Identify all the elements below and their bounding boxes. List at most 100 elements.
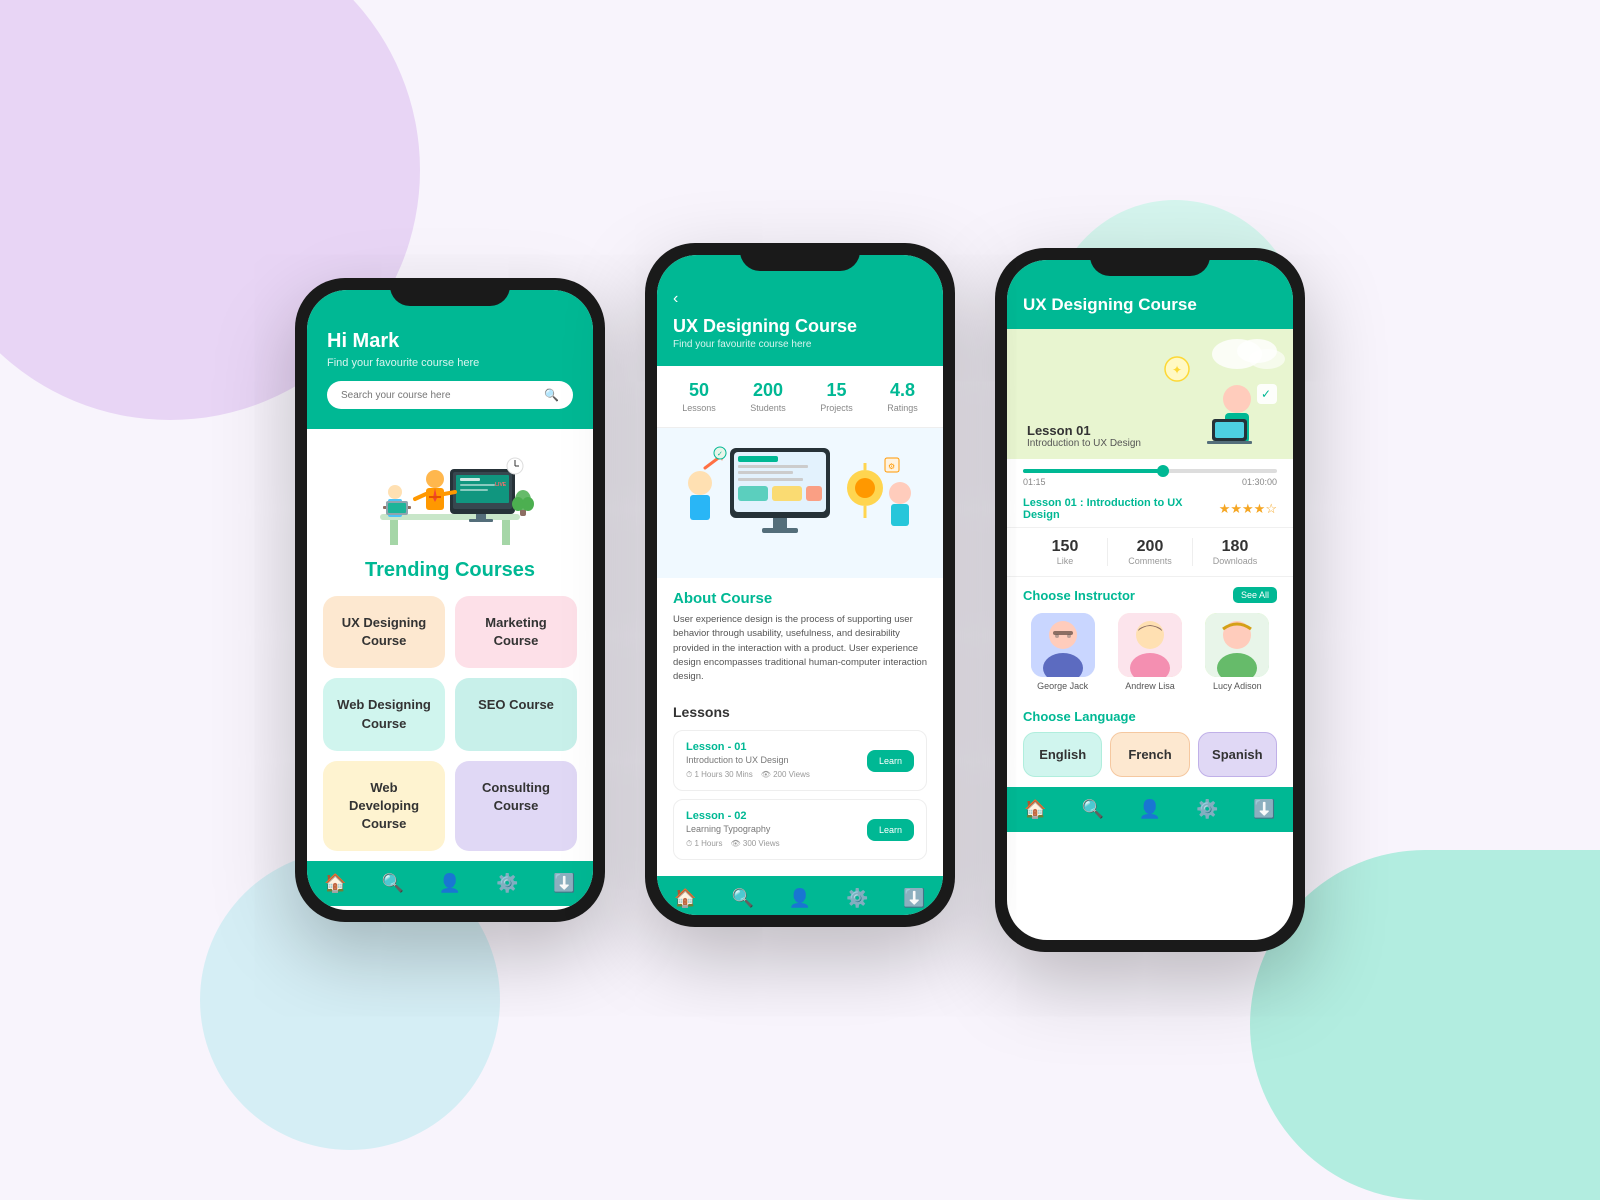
- lesson-1-duration: ⏱ 1 Hours 30 Mins: [686, 770, 753, 780]
- stars: ★★★★☆: [1219, 501, 1277, 517]
- progress-fill: [1023, 469, 1163, 473]
- instructor-3-svg: [1205, 613, 1269, 677]
- language-title: Choose Language: [1023, 709, 1277, 724]
- progress-dot[interactable]: [1157, 465, 1169, 477]
- about-section: About Course User experience design is t…: [657, 578, 943, 696]
- stat-projects: 15 Projects: [820, 380, 853, 413]
- instructor-1-svg: [1031, 613, 1095, 677]
- course-detail-header: ‹ UX Designing Course Find your favourit…: [657, 255, 943, 366]
- instructor-avatar-3: [1205, 613, 1269, 677]
- learn-btn-2[interactable]: Learn: [867, 819, 914, 841]
- nav-home-1[interactable]: 🏠: [324, 873, 346, 894]
- phones-container: Hi Mark Find your favourite course here …: [295, 248, 1305, 952]
- bottom-nav-3: 🏠 🔍 👤 ⚙️ ⬇️: [1007, 787, 1293, 832]
- nav-home-3[interactable]: 🏠: [1024, 799, 1046, 820]
- lang-card-english[interactable]: English: [1023, 732, 1102, 777]
- lessons-title: Lessons: [673, 704, 927, 720]
- eng-like-num: 150: [1023, 538, 1107, 556]
- nav-home-2[interactable]: 🏠: [674, 888, 696, 909]
- progress-track[interactable]: [1023, 469, 1277, 473]
- stat-ratings-num: 4.8: [887, 380, 918, 401]
- video-thumbnail[interactable]: ✦ ✓ Lesson 01 Introduction to UX Design: [1007, 329, 1293, 459]
- nav-search-1[interactable]: 🔍: [382, 873, 404, 894]
- bottom-nav-2: 🏠 🔍 👤 ⚙️ ⬇️: [657, 876, 943, 915]
- search-input[interactable]: [341, 390, 544, 401]
- instructor-2-svg: [1118, 613, 1182, 677]
- stat-students: 200 Students: [750, 380, 786, 413]
- course-card-web-dev[interactable]: Web Developing Course: [323, 761, 445, 852]
- phone-notch-3: [1090, 248, 1210, 276]
- learn-btn-1[interactable]: Learn: [867, 750, 914, 772]
- course-card-seo[interactable]: SEO Course: [455, 678, 577, 750]
- courses-grid: UX Designing Course Marketing Course Web…: [323, 596, 577, 851]
- lang-card-french[interactable]: French: [1110, 732, 1189, 777]
- nav-search-3[interactable]: 🔍: [1082, 799, 1104, 820]
- eng-comments-num: 200: [1108, 538, 1192, 556]
- greeting-text: Hi Mark: [327, 330, 573, 353]
- nav-settings-3[interactable]: ⚙️: [1196, 799, 1218, 820]
- eng-comments-label: Comments: [1108, 556, 1192, 566]
- phone-course-detail: ‹ UX Designing Course Find your favourit…: [645, 243, 955, 927]
- nav-search-2[interactable]: 🔍: [732, 888, 754, 909]
- eng-like: 150 Like: [1023, 538, 1108, 566]
- instructor-card-2[interactable]: Andrew Lisa: [1110, 613, 1189, 691]
- back-button[interactable]: ‹: [673, 290, 927, 308]
- home-header: Hi Mark Find your favourite course here …: [307, 290, 593, 429]
- bottom-nav-1: 🏠 🔍 👤 ⚙️ ⬇️: [307, 861, 593, 906]
- eng-downloads-label: Downloads: [1193, 556, 1277, 566]
- eng-like-label: Like: [1023, 556, 1107, 566]
- search-bar[interactable]: 🔍: [327, 381, 573, 409]
- course-card-ux[interactable]: UX Designing Course: [323, 596, 445, 668]
- instructor-header: Choose Instructor See All: [1023, 587, 1277, 603]
- see-all-button[interactable]: See All: [1233, 587, 1277, 603]
- stat-students-num: 200: [750, 380, 786, 401]
- svg-text:LIVE: LIVE: [495, 482, 507, 488]
- instructor-avatar-1: [1031, 613, 1095, 677]
- nav-user-2[interactable]: 👤: [789, 888, 811, 909]
- language-section: Choose Language English French Spanish: [1007, 701, 1293, 787]
- nav-download-2[interactable]: ⬇️: [903, 888, 925, 909]
- stat-projects-num: 15: [820, 380, 853, 401]
- current-time: 01:15: [1023, 477, 1046, 487]
- course-card-marketing[interactable]: Marketing Course: [455, 596, 577, 668]
- svg-text:✓: ✓: [1261, 387, 1271, 401]
- eng-downloads: 180 Downloads: [1193, 538, 1277, 566]
- instructor-card-3[interactable]: Lucy Adison: [1198, 613, 1277, 691]
- nav-user-3[interactable]: 👤: [1139, 799, 1161, 820]
- instructor-2-name: Andrew Lisa: [1110, 681, 1189, 691]
- lesson-1-meta: ⏱ 1 Hours 30 Mins 👁 200 Views: [686, 770, 810, 780]
- trending-title: Trending Courses: [323, 559, 577, 582]
- eng-downloads-num: 180: [1193, 538, 1277, 556]
- nav-download-1[interactable]: ⬇️: [553, 873, 575, 894]
- stat-students-label: Students: [750, 403, 786, 413]
- trending-section: Trending Courses UX Designing Course Mar…: [307, 559, 593, 861]
- lesson-2-meta: ⏱ 1 Hours 👁 300 Views: [686, 839, 780, 849]
- video-lesson-name: Lesson 01: [1027, 423, 1141, 438]
- phone-notch-2: [740, 243, 860, 271]
- instructor-card-1[interactable]: George Jack: [1023, 613, 1102, 691]
- hero-illustration: LIVE: [350, 444, 550, 554]
- progress-section: 01:15 01:30:00: [1007, 459, 1293, 491]
- course-card-web-design[interactable]: Web Designing Course: [323, 678, 445, 750]
- svg-text:✓: ✓: [717, 451, 723, 458]
- nav-settings-2[interactable]: ⚙️: [846, 888, 868, 909]
- time-row: 01:15 01:30:00: [1023, 477, 1277, 487]
- nav-download-3[interactable]: ⬇️: [1253, 799, 1275, 820]
- course-subtitle: Find your favourite course here: [673, 339, 927, 350]
- phone-home: Hi Mark Find your favourite course here …: [295, 278, 605, 922]
- lesson-item-1: Lesson - 01 Introduction to UX Design ⏱ …: [673, 730, 927, 791]
- nav-settings-1[interactable]: ⚙️: [496, 873, 518, 894]
- about-title: About Course: [673, 590, 927, 607]
- instructor-title: Choose Instructor: [1023, 588, 1135, 603]
- stat-lessons-label: Lessons: [682, 403, 716, 413]
- lesson-1-name: Lesson - 01: [686, 741, 810, 753]
- hero-svg: LIVE: [350, 444, 550, 554]
- stat-lessons: 50 Lessons: [682, 380, 716, 413]
- search-icon[interactable]: 🔍: [544, 388, 559, 402]
- stat-projects-label: Projects: [820, 403, 853, 413]
- course-card-consulting[interactable]: Consulting Course: [455, 761, 577, 852]
- lesson-1-sub: Introduction to UX Design: [686, 755, 810, 765]
- nav-user-1[interactable]: 👤: [439, 873, 461, 894]
- lang-card-spanish[interactable]: Spanish: [1198, 732, 1277, 777]
- lesson-1-info: Lesson - 01 Introduction to UX Design ⏱ …: [686, 741, 810, 780]
